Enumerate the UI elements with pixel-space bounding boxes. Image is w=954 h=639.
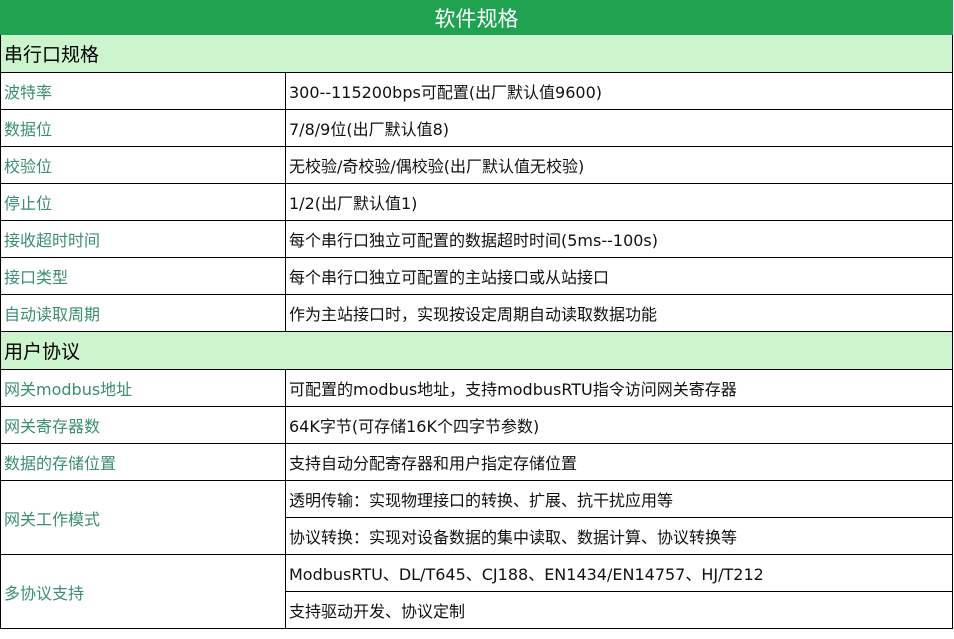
row-label: 数据的存储位置 bbox=[0, 443, 286, 481]
table-row: 数据位 7/8/9位(出厂默认值8) bbox=[0, 109, 953, 147]
section-header-serial: 串行口规格 bbox=[0, 34, 953, 73]
row-label: 自动读取周期 bbox=[0, 294, 286, 332]
table-row: 停止位 1/2(出厂默认值1) bbox=[0, 183, 953, 221]
row-label: 数据位 bbox=[0, 109, 286, 147]
row-value: 可配置的modbus地址，支持modbusRTU指令访问网关寄存器 bbox=[285, 369, 953, 407]
row-value: 7/8/9位(出厂默认值8) bbox=[285, 109, 953, 147]
row-value: 透明传输：实现物理接口的转换、扩展、抗干扰应用等 bbox=[285, 480, 953, 518]
row-label: 多协议支持 bbox=[0, 554, 286, 629]
row-value: 无校验/奇校验/偶校验(出厂默认值无校验) bbox=[285, 146, 953, 184]
section-title: 用户协议 bbox=[0, 331, 953, 370]
table-row: 校验位 无校验/奇校验/偶校验(出厂默认值无校验) bbox=[0, 146, 953, 184]
row-value: ModbusRTU、DL/T645、CJ188、EN1434/EN14757、H… bbox=[285, 554, 953, 592]
row-label: 网关工作模式 bbox=[0, 480, 286, 555]
row-value: 支持驱动开发、协议定制 bbox=[285, 591, 953, 629]
table-row: 自动读取周期 作为主站接口时，实现按设定周期自动读取数据功能 bbox=[0, 294, 953, 332]
table-row: 网关寄存器数 64K字节(可存储16K个四字节参数) bbox=[0, 406, 953, 444]
row-value: 64K字节(可存储16K个四字节参数) bbox=[285, 406, 953, 444]
table-row: 多协议支持 ModbusRTU、DL/T645、CJ188、EN1434/EN1… bbox=[0, 554, 953, 629]
row-value: 作为主站接口时，实现按设定周期自动读取数据功能 bbox=[285, 294, 953, 332]
row-value: 每个串行口独立可配置的数据超时时间(5ms--100s) bbox=[285, 220, 953, 258]
software-spec-table: 软件规格 串行口规格 波特率 300--115200bps可配置(出厂默认值96… bbox=[0, 0, 953, 629]
row-value: 协议转换：实现对设备数据的集中读取、数据计算、协议转换等 bbox=[285, 517, 953, 555]
row-label: 校验位 bbox=[0, 146, 286, 184]
row-value: 每个串行口独立可配置的主站接口或从站接口 bbox=[285, 257, 953, 295]
section-header-protocol: 用户协议 bbox=[0, 331, 953, 370]
row-label: 接收超时时间 bbox=[0, 220, 286, 258]
table-row: 波特率 300--115200bps可配置(出厂默认值9600) bbox=[0, 72, 953, 110]
section-title: 串行口规格 bbox=[0, 34, 953, 73]
table-row: 数据的存储位置 支持自动分配寄存器和用户指定存储位置 bbox=[0, 443, 953, 481]
row-label: 网关寄存器数 bbox=[0, 406, 286, 444]
row-value: 300--115200bps可配置(出厂默认值9600) bbox=[285, 72, 953, 110]
table-row: 接收超时时间 每个串行口独立可配置的数据超时时间(5ms--100s) bbox=[0, 220, 953, 258]
table-row: 网关modbus地址 可配置的modbus地址，支持modbusRTU指令访问网… bbox=[0, 369, 953, 407]
row-label: 接口类型 bbox=[0, 257, 286, 295]
row-label: 波特率 bbox=[0, 72, 286, 110]
table-row: 接口类型 每个串行口独立可配置的主站接口或从站接口 bbox=[0, 257, 953, 295]
table-title: 软件规格 bbox=[0, 0, 953, 35]
table-row: 网关工作模式 透明传输：实现物理接口的转换、扩展、抗干扰应用等 bbox=[0, 480, 953, 555]
row-label: 停止位 bbox=[0, 183, 286, 221]
row-value: 支持自动分配寄存器和用户指定存储位置 bbox=[285, 443, 953, 481]
table-title-row: 软件规格 bbox=[0, 0, 953, 35]
row-value: 1/2(出厂默认值1) bbox=[285, 183, 953, 221]
row-label: 网关modbus地址 bbox=[0, 369, 286, 407]
